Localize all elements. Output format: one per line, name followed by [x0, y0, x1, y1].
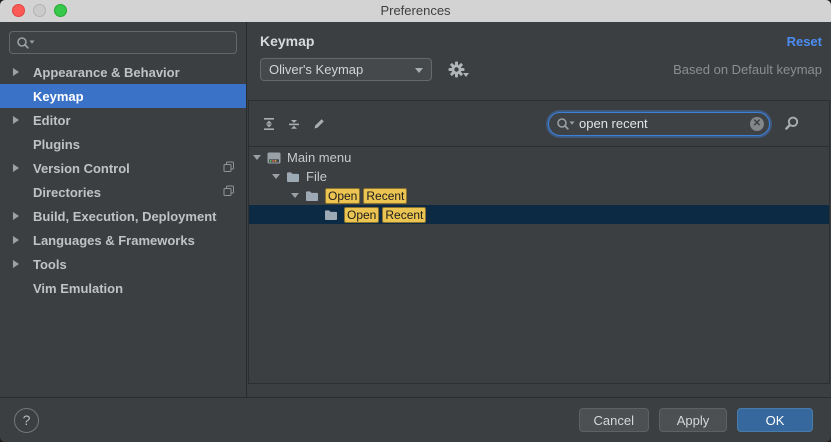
sidebar-item-label: Languages & Frameworks	[33, 233, 195, 248]
tree-row[interactable]: OpenRecent	[249, 205, 829, 224]
edit-shortcut-button[interactable]	[308, 113, 330, 135]
apply-button[interactable]: Apply	[659, 408, 727, 432]
edit-pencil-icon	[312, 117, 326, 131]
sidebar-item-editor[interactable]: Editor	[0, 108, 246, 132]
reset-link[interactable]: Reset	[787, 34, 822, 49]
sidebar-item-label: Directories	[33, 185, 101, 200]
shortcuts-panel: ✕	[248, 100, 830, 384]
tree-row-label: Main menu	[287, 150, 351, 165]
main-area: Appearance & Behavior Keymap Editor Plug…	[0, 22, 831, 397]
expand-arrow-icon	[13, 212, 19, 220]
sidebar-item-appearance-behavior[interactable]: Appearance & Behavior	[0, 60, 246, 84]
tree-expand-arrow-icon	[290, 189, 300, 202]
collapse-all-button[interactable]	[283, 113, 305, 135]
search-match-highlight: Open	[325, 188, 360, 204]
tree-row-label: OpenRecent	[325, 188, 410, 204]
shared-settings-icon	[223, 161, 235, 173]
sidebar-item-build-execution-deployment[interactable]: Build, Execution, Deployment	[0, 204, 246, 228]
settings-sidebar: Appearance & Behavior Keymap Editor Plug…	[0, 22, 247, 397]
sidebar-item-label: Plugins	[33, 137, 80, 152]
sidebar-item-label: Version Control	[33, 161, 130, 176]
shortcut-tree: Main menu File	[249, 146, 829, 383]
settings-nav: Appearance & Behavior Keymap Editor Plug…	[0, 58, 246, 300]
sidebar-item-directories[interactable]: Directories	[0, 180, 246, 204]
tree-row[interactable]: File	[249, 167, 829, 186]
tree-expand-arrow-icon	[252, 151, 262, 164]
keymap-select-value: Oliver's Keymap	[269, 62, 363, 77]
find-actions-by-shortcut-icon	[783, 115, 800, 132]
expand-arrow-icon	[13, 68, 19, 76]
page-title: Keymap	[260, 33, 314, 49]
sidebar-item-label: Tools	[33, 257, 67, 272]
sidebar-item-label: Editor	[33, 113, 71, 128]
sidebar-item-label: Keymap	[33, 89, 84, 104]
search-match-highlight: Open	[344, 207, 379, 223]
folder-icon	[305, 190, 319, 202]
cancel-button[interactable]: Cancel	[579, 408, 649, 432]
help-icon: ?	[23, 412, 31, 428]
sidebar-item-label: Appearance & Behavior	[33, 65, 180, 80]
expand-all-button[interactable]	[258, 113, 280, 135]
sidebar-item-plugins[interactable]: Plugins	[0, 132, 246, 156]
expand-arrow-icon	[13, 260, 19, 268]
tree-row-label: File	[306, 169, 327, 184]
clear-search-icon[interactable]: ✕	[750, 117, 764, 131]
settings-search-field[interactable]	[9, 31, 237, 54]
expand-arrow-icon	[13, 116, 19, 124]
ok-button[interactable]: OK	[737, 408, 813, 432]
sidebar-item-tools[interactable]: Tools	[0, 252, 246, 276]
keymap-page: Keymap Reset Oliver's Keymap	[247, 22, 831, 397]
search-match-highlight: Recent	[363, 188, 407, 204]
tree-expand-arrow-icon	[271, 170, 281, 183]
expand-all-icon	[262, 117, 276, 131]
tree-row-label: OpenRecent	[344, 207, 429, 223]
keymap-settings-gear-button[interactable]	[448, 61, 467, 79]
tree-row[interactable]: OpenRecent	[249, 186, 829, 205]
keymap-select[interactable]: Oliver's Keymap	[260, 58, 432, 81]
window-title: Preferences	[0, 0, 831, 22]
sidebar-item-vim-emulation[interactable]: Vim Emulation	[0, 276, 246, 300]
sidebar-item-version-control[interactable]: Version Control	[0, 156, 246, 180]
settings-search-input[interactable]	[36, 34, 230, 51]
footer-buttons: Cancel Apply OK	[569, 408, 813, 432]
action-search-field: ✕	[548, 112, 770, 136]
sidebar-item-languages-frameworks[interactable]: Languages & Frameworks	[0, 228, 246, 252]
collapse-all-icon	[287, 117, 301, 131]
titlebar: Preferences	[0, 0, 831, 22]
action-search-input[interactable]	[548, 112, 770, 136]
folder-icon	[286, 171, 300, 183]
sidebar-item-label: Vim Emulation	[33, 281, 123, 296]
dialog-footer: ? Cancel Apply OK	[0, 397, 831, 442]
sidebar-item-keymap[interactable]: Keymap	[0, 84, 246, 108]
shared-settings-icon	[223, 185, 235, 197]
search-icon	[16, 36, 36, 50]
shortcuts-toolbar: ✕	[249, 101, 829, 146]
sidebar-item-label: Build, Execution, Deployment	[33, 209, 216, 224]
chevron-down-icon	[463, 73, 469, 80]
find-actions-by-shortcut-button[interactable]	[780, 113, 802, 135]
folder-icon	[324, 209, 338, 221]
based-on-label: Based on Default keymap	[673, 62, 822, 77]
help-button[interactable]: ?	[14, 408, 39, 433]
keymap-header: Keymap Reset Oliver's Keymap	[247, 22, 831, 100]
expand-arrow-icon	[13, 236, 19, 244]
chevron-down-icon	[415, 68, 423, 77]
main-menu-icon	[267, 152, 281, 164]
expand-arrow-icon	[13, 164, 19, 172]
tree-row[interactable]: Main menu	[249, 148, 829, 167]
search-match-highlight: Recent	[382, 207, 426, 223]
preferences-dialog: Preferences Appearance & Behavior Keymap	[0, 0, 831, 442]
